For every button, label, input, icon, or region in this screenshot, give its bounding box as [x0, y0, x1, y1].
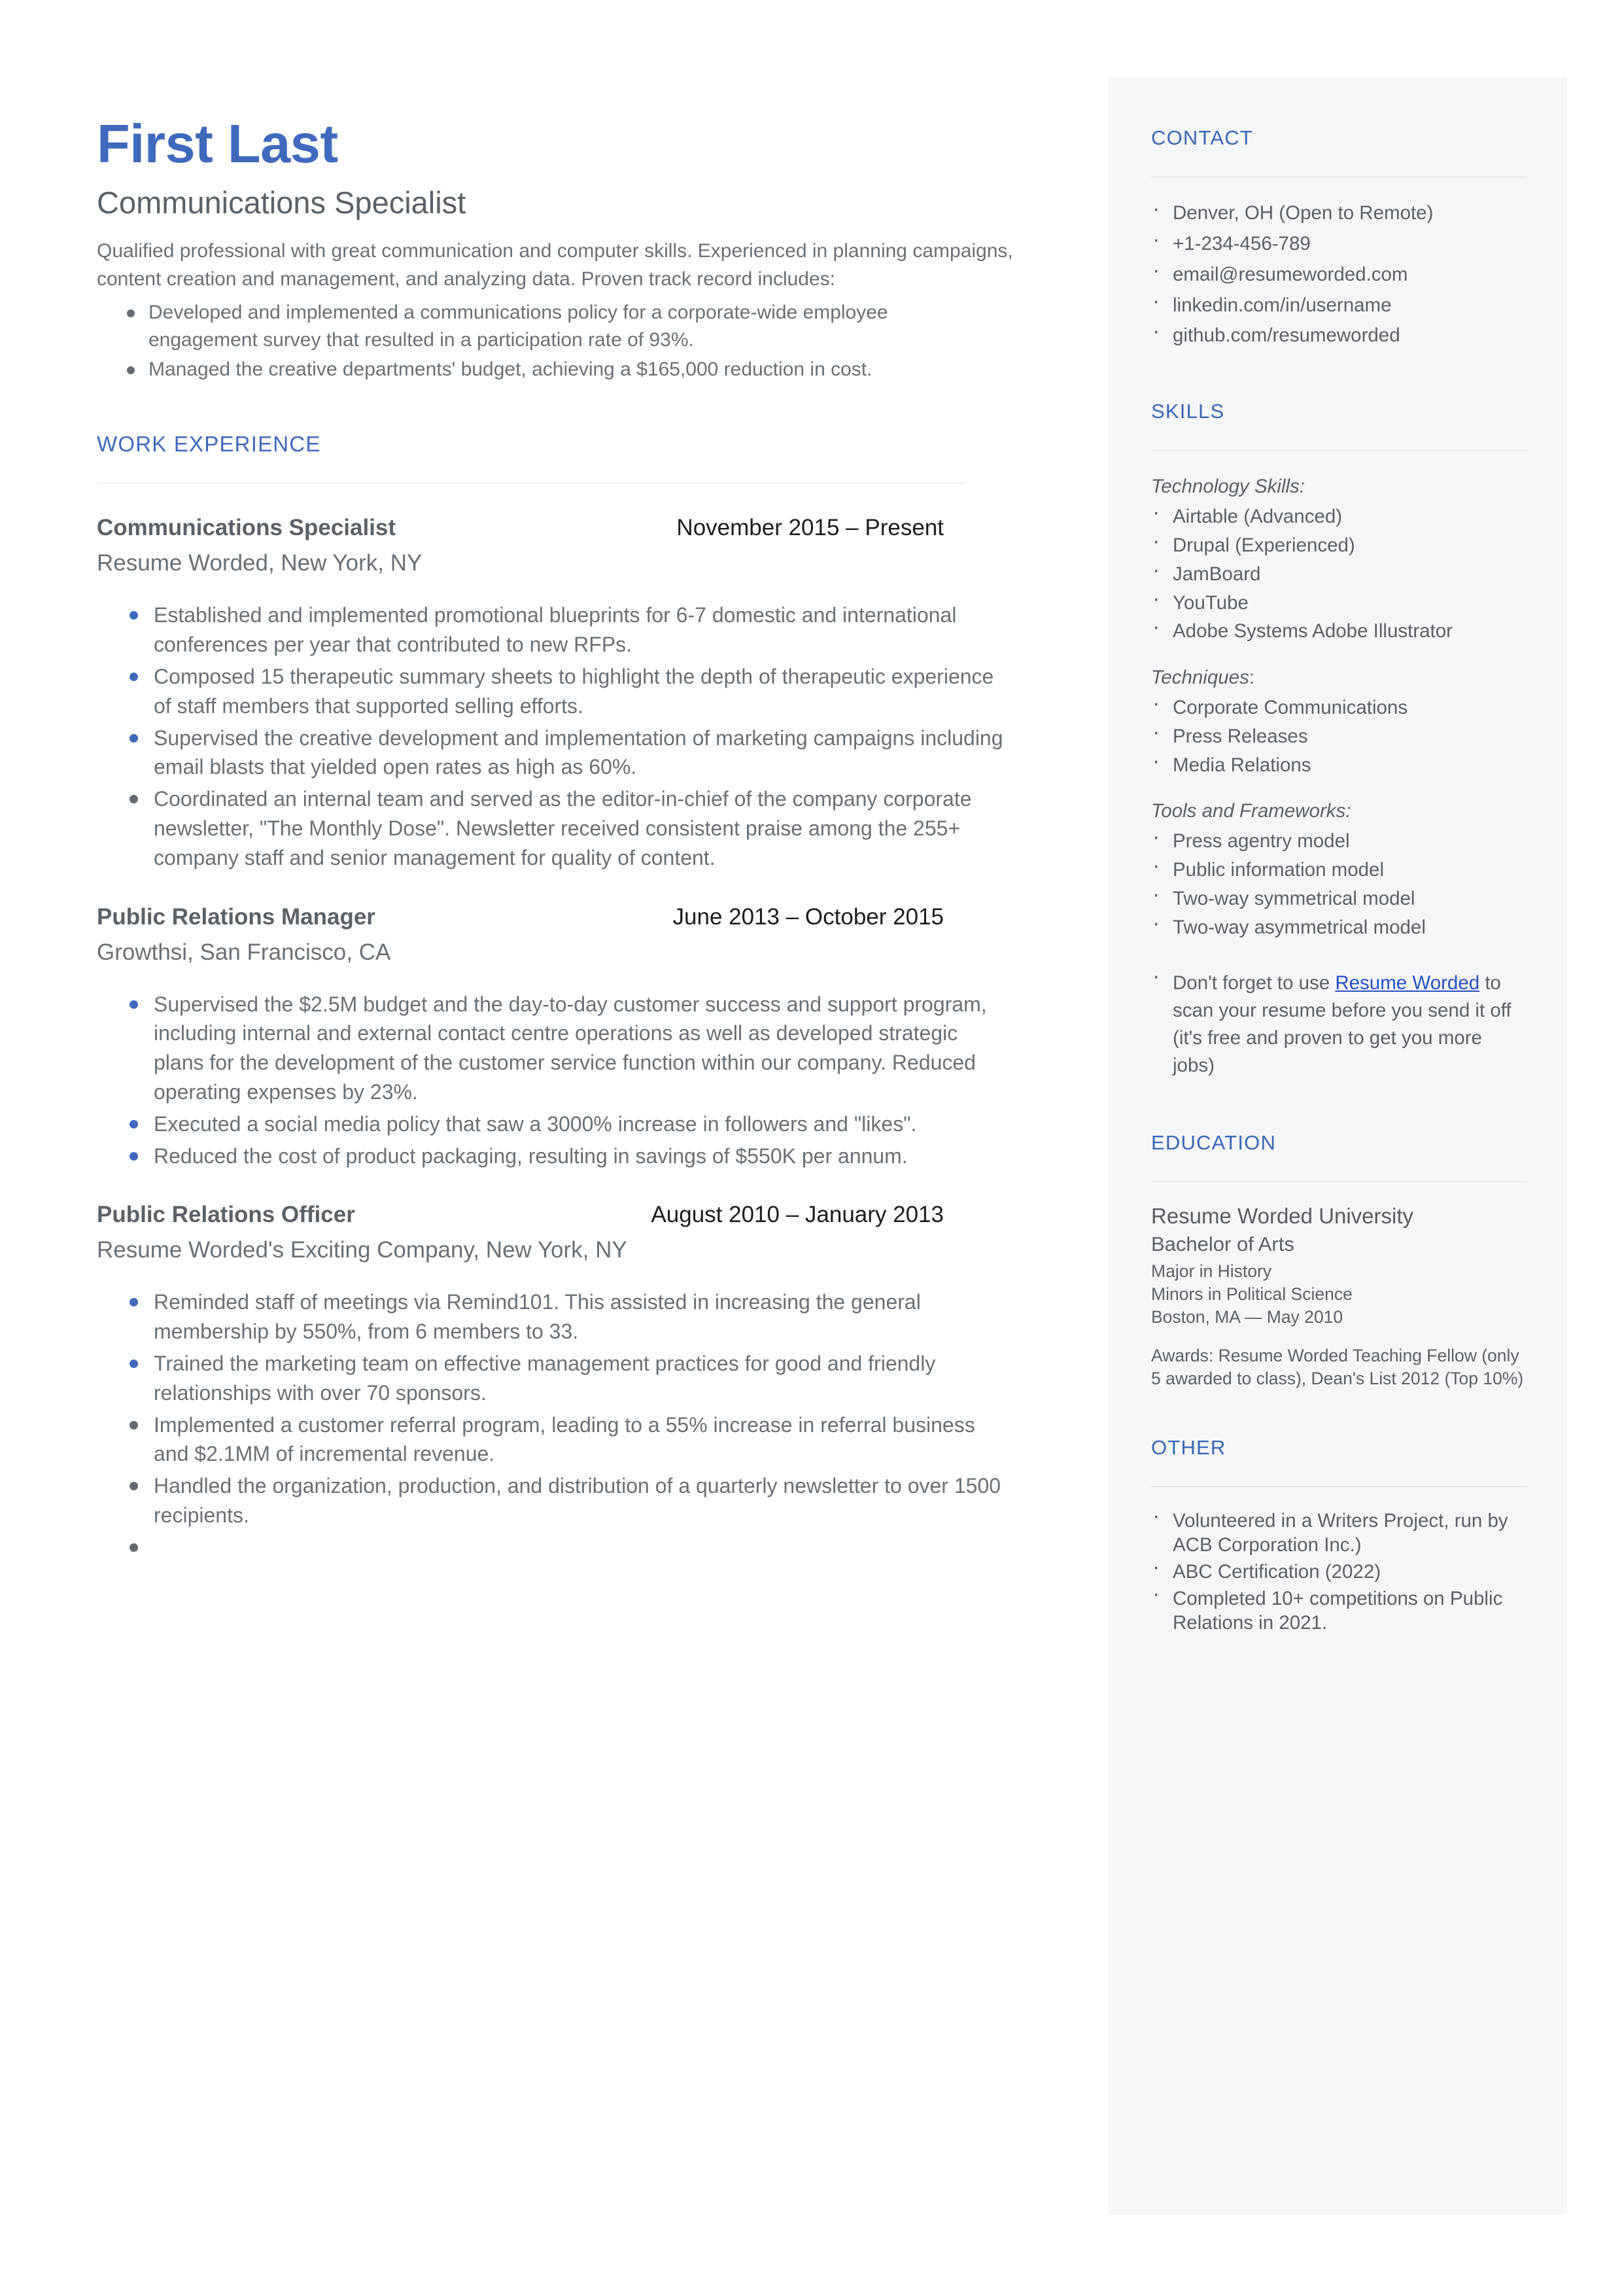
job-header: Public Relations Officer August 2010 – J… — [97, 1201, 944, 1229]
education-degree: Bachelor of Arts — [1151, 1232, 1294, 1255]
skills-list: Press agentry model Public information m… — [1151, 826, 1527, 939]
list-item: Supervised the $2.5M budget and the day-… — [97, 990, 1011, 1107]
sidebar-heading-contact: CONTACT — [1151, 126, 1253, 149]
contact-item-location: Denver, OH (Open to Remote) — [1151, 198, 1527, 225]
list-item: Reduced the cost of product packaging, r… — [97, 1142, 1011, 1171]
list-item: Executed a social media policy that saw … — [97, 1110, 1011, 1139]
list-item: Reminded staff of meetings via Remind101… — [97, 1288, 1011, 1346]
summary-bullet-list: Developed and implemented a communicatio… — [97, 299, 1065, 384]
skills-group-label: Techniques: — [1151, 667, 1527, 690]
skills-group-technology: Technology Skills: Airtable (Advanced) D… — [1151, 476, 1527, 643]
contact-item-linkedin[interactable]: linkedin.com/in/username — [1151, 290, 1527, 317]
education-minors: Minors in Political Science — [1151, 1284, 1353, 1304]
job-company: Growthsi, San Francisco, CA — [97, 939, 391, 965]
sidebar: CONTACT Denver, OH (Open to Remote) +1-2… — [1109, 77, 1567, 2215]
list-item: JamBoard — [1151, 559, 1527, 586]
job-role: Communications Specialist — [97, 515, 396, 541]
job-header: Public Relations Manager June 2013 – Oct… — [97, 903, 944, 931]
list-item: Volunteered in a Writers Project, run by… — [1151, 1505, 1527, 1558]
list-item: Trained the marketing team on effective … — [97, 1349, 1011, 1408]
job-company: Resume Worded, New York, NY — [97, 550, 423, 576]
list-item: Implemented a customer referral program,… — [97, 1410, 1011, 1469]
job-role: Public Relations Officer — [97, 1202, 355, 1228]
list-item: Public information model — [1151, 854, 1527, 882]
job-header: Communications Specialist November 2015 … — [97, 514, 944, 542]
list-item: Coordinated an internal team and served … — [97, 784, 1011, 872]
list-item: Drupal (Experienced) — [1151, 530, 1527, 557]
sidebar-section-skills: SKILLS Technology Skills: Airtable (Adva… — [1151, 399, 1527, 1079]
skills-group-label: Tools and Frameworks: — [1151, 800, 1351, 822]
list-item: Corporate Communications — [1151, 692, 1527, 720]
job-role: Public Relations Manager — [97, 903, 375, 930]
skills-group-tools: Tools and Frameworks: Press agentry mode… — [1151, 800, 1527, 939]
list-item: ABC Certification (2022) — [1151, 1556, 1527, 1585]
sidebar-section-education: EDUCATION Resume Worded University Bache… — [1151, 1130, 1527, 1391]
list-item: Composed 15 therapeutic summary sheets t… — [97, 662, 1011, 721]
list-item: Completed 10+ competitions on Public Rel… — [1151, 1583, 1527, 1636]
sidebar-section-other: OTHER Volunteered in a Writers Project, … — [1151, 1435, 1527, 1636]
list-item — [97, 1533, 1011, 1555]
section-heading-work-experience: WORK EXPERIENCE — [97, 432, 321, 457]
education-major: Major in History — [1151, 1261, 1272, 1281]
list-item: Press agentry model — [1151, 826, 1527, 853]
list-item: Airtable (Advanced) — [1151, 501, 1527, 529]
skills-group-label-text: Techniques — [1151, 667, 1249, 689]
education-entry: Resume Worded University Bachelor of Art… — [1151, 1203, 1527, 1391]
resume-worded-link[interactable]: Resume Worded — [1335, 972, 1479, 994]
job-entry: Public Relations Manager June 2013 – Oct… — [97, 903, 1065, 1171]
resume-page: First Last Communications Specialist Qua… — [0, 0, 1624, 2295]
resume-worded-promo: Don't forget to use Resume Worded to sca… — [1151, 965, 1527, 1079]
sidebar-heading-skills: SKILLS — [1151, 400, 1225, 423]
list-item: Supervised the creative development and … — [97, 724, 1011, 782]
section-divider — [1151, 450, 1527, 451]
education-location-date: Boston, MA — May 2010 — [1151, 1306, 1343, 1327]
sidebar-heading-other: OTHER — [1151, 1436, 1226, 1460]
job-bullet-list: Established and implemented promotional … — [97, 601, 1065, 872]
list-item: Two-way symmetrical model — [1151, 883, 1527, 911]
job-dates: November 2015 – Present — [676, 515, 944, 541]
job-company: Resume Worded's Exciting Company, New Yo… — [97, 1237, 627, 1263]
skills-list: Airtable (Advanced) Drupal (Experienced)… — [1151, 501, 1527, 643]
job-entry: Public Relations Officer August 2010 – J… — [97, 1201, 1065, 1554]
job-dates: August 2010 – January 2013 — [651, 1202, 944, 1228]
list-item: Established and implemented promotional … — [97, 601, 1011, 659]
job-dates: June 2013 – October 2015 — [672, 903, 944, 930]
list-item: YouTube — [1151, 587, 1527, 615]
list-item: Managed the creative departments' budget… — [97, 356, 992, 384]
sidebar-section-contact: CONTACT Denver, OH (Open to Remote) +1-2… — [1151, 77, 1527, 347]
list-item: Developed and implemented a communicatio… — [97, 299, 992, 355]
contact-item-github[interactable]: github.com/resumeworded — [1151, 320, 1527, 347]
summary-paragraph: Qualified professional with great commun… — [97, 240, 1013, 290]
list-item: Press Releases — [1151, 721, 1527, 748]
contact-item-email[interactable]: email@resumeworded.com — [1151, 259, 1527, 287]
skills-group-techniques: Techniques: Corporate Communications Pre… — [1151, 667, 1527, 777]
list-item: Media Relations — [1151, 750, 1527, 777]
page-title: First Last — [97, 113, 338, 174]
job-bullet-list: Reminded staff of meetings via Remind101… — [97, 1288, 1065, 1554]
main-column: First Last Communications Specialist Qua… — [97, 0, 1065, 1558]
education-school: Resume Worded University — [1151, 1204, 1414, 1228]
other-list: Volunteered in a Writers Project, run by… — [1151, 1505, 1527, 1636]
professional-title: Communications Specialist — [97, 185, 466, 220]
contact-item-phone[interactable]: +1-234-456-789 — [1151, 228, 1527, 256]
skills-list: Corporate Communications Press Releases … — [1151, 692, 1527, 777]
job-bullet-list: Supervised the $2.5M budget and the day-… — [97, 990, 1065, 1171]
list-item: Handled the organization, production, an… — [97, 1471, 1011, 1530]
colon: : — [1249, 667, 1255, 689]
job-entry: Communications Specialist November 2015 … — [97, 514, 1065, 872]
list-item: Two-way asymmetrical model — [1151, 912, 1527, 939]
sidebar-content: CONTACT Denver, OH (Open to Remote) +1-2… — [1151, 77, 1527, 1638]
list-item: Adobe Systems Adobe Illustrator — [1151, 616, 1527, 643]
promo-text-before: Don't forget to use — [1173, 972, 1336, 994]
education-awards: Awards: Resume Worded Teaching Fellow (o… — [1151, 1345, 1524, 1389]
skills-group-label: Technology Skills: — [1151, 476, 1305, 498]
sidebar-heading-education: EDUCATION — [1151, 1130, 1277, 1154]
contact-list: Denver, OH (Open to Remote) +1-234-456-7… — [1151, 198, 1527, 347]
section-divider — [1151, 1486, 1527, 1488]
